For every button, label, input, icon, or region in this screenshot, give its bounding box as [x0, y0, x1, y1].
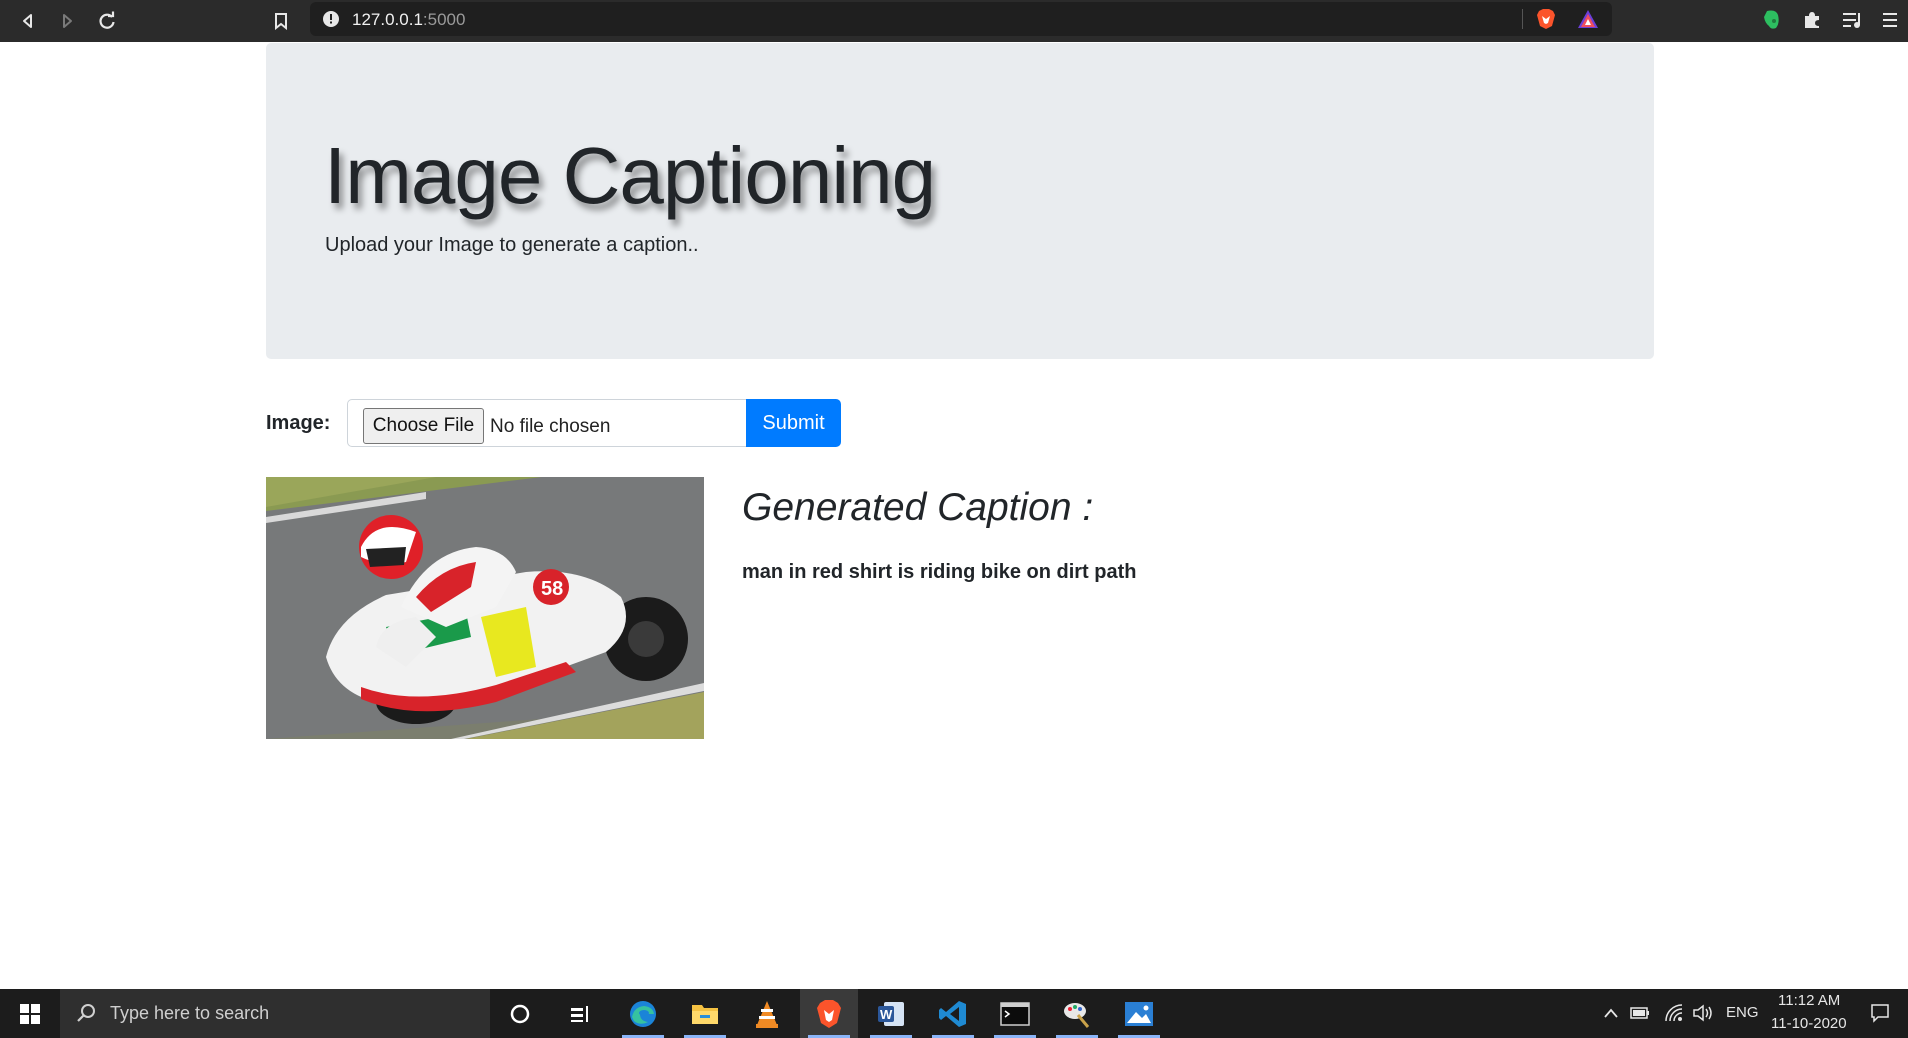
- task-view-button[interactable]: [551, 989, 609, 1038]
- generated-caption: man in red shirt is riding bike on dirt …: [742, 561, 1137, 583]
- edge-taskbar-button[interactable]: [614, 989, 672, 1038]
- search-icon: [77, 1004, 95, 1022]
- cortana-button[interactable]: [491, 989, 549, 1038]
- brave-taskbar-button[interactable]: [800, 989, 858, 1038]
- svg-text:W: W: [880, 1007, 893, 1022]
- wifi-icon[interactable]: [1664, 1003, 1684, 1023]
- paint-taskbar-button[interactable]: [1048, 989, 1106, 1038]
- info-icon[interactable]: [322, 10, 340, 28]
- browser-toolbar: 127.0.0.1:5000: [0, 0, 1908, 42]
- svg-text:58: 58: [541, 578, 563, 600]
- language-indicator[interactable]: ENG: [1726, 1004, 1759, 1021]
- cortana-icon: [510, 1004, 530, 1023]
- header-jumbotron: Image Captioning Upload your Image to ge…: [266, 43, 1654, 359]
- file-explorer-icon: [692, 1004, 718, 1024]
- clock-time[interactable]: 11:12 AM: [1778, 992, 1840, 1009]
- url-text[interactable]: 127.0.0.1:5000: [352, 10, 465, 30]
- reload-icon: [99, 11, 115, 29]
- address-divider: [1522, 9, 1523, 29]
- page-title: Image Captioning: [324, 131, 936, 220]
- start-button[interactable]: [0, 989, 60, 1038]
- page-subtitle: Upload your Image to generate a caption.…: [325, 234, 699, 256]
- image-field-label: Image:: [266, 412, 331, 434]
- edge-icon: [630, 1000, 656, 1027]
- submit-button[interactable]: Submit: [746, 399, 841, 447]
- windows-logo-icon: [20, 1003, 40, 1024]
- search-placeholder: Type here to search: [110, 1003, 270, 1023]
- brave-rewards-icon[interactable]: [1577, 9, 1599, 29]
- vlc-icon: [756, 1000, 778, 1028]
- bookmark-button[interactable]: [265, 5, 297, 37]
- back-button[interactable]: [12, 5, 44, 37]
- forward-icon: [63, 14, 72, 28]
- address-bar[interactable]: 127.0.0.1:5000: [310, 2, 1612, 36]
- media-queue-icon[interactable]: [1842, 10, 1864, 30]
- word-icon: W: [878, 1001, 904, 1026]
- reload-button[interactable]: [91, 5, 123, 37]
- clock-date[interactable]: 11-10-2020: [1771, 1015, 1847, 1032]
- brave-icon: [817, 999, 841, 1028]
- vscode-icon: [939, 1000, 966, 1027]
- taskbar-search[interactable]: Type here to search: [60, 989, 490, 1038]
- photos-taskbar-button[interactable]: [1110, 989, 1168, 1038]
- volume-icon[interactable]: [1692, 1004, 1714, 1022]
- image-file-input[interactable]: Choose File No file chosen: [347, 399, 747, 447]
- uploaded-image: 58: [266, 477, 704, 739]
- photos-icon: [1125, 1001, 1153, 1026]
- paint-icon: [1064, 1002, 1090, 1028]
- choose-file-button[interactable]: Choose File: [363, 408, 484, 444]
- bookmark-icon: [275, 13, 287, 30]
- file-explorer-taskbar-button[interactable]: [676, 989, 734, 1038]
- battery-icon[interactable]: [1630, 1005, 1650, 1021]
- brave-shields-icon[interactable]: [1536, 8, 1556, 30]
- caption-heading: Generated Caption :: [742, 486, 1094, 529]
- back-icon: [23, 14, 32, 28]
- notification-icon[interactable]: [1870, 1003, 1890, 1023]
- extensions-puzzle-icon[interactable]: [1802, 10, 1822, 30]
- terminal-icon: [1000, 1001, 1030, 1026]
- windows-taskbar: Type here to search W ENG 11:12 AM 11-10…: [0, 989, 1908, 1038]
- evernote-extension-icon[interactable]: [1762, 9, 1782, 31]
- chevron-up-icon[interactable]: [1603, 1007, 1619, 1019]
- vlc-taskbar-button[interactable]: [738, 989, 796, 1038]
- terminal-taskbar-button[interactable]: [986, 989, 1044, 1038]
- task-view-icon: [571, 1005, 588, 1022]
- file-status-text: No file chosen: [490, 416, 611, 437]
- menu-icon[interactable]: [1882, 10, 1898, 30]
- vscode-taskbar-button[interactable]: [924, 989, 982, 1038]
- forward-button[interactable]: [51, 5, 83, 37]
- word-taskbar-button[interactable]: W: [862, 989, 920, 1038]
